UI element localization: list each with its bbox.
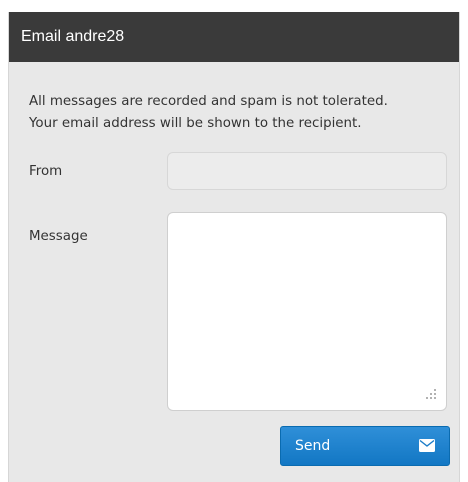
send-button[interactable]: Send — [280, 426, 450, 466]
from-field[interactable] — [167, 152, 447, 190]
resize-grip-icon[interactable] — [425, 388, 437, 400]
notice-text: All messages are recorded and spam is no… — [29, 91, 454, 135]
message-textarea[interactable] — [167, 212, 447, 411]
mail-icon — [419, 439, 435, 452]
dialog-header: Email andre28 — [9, 12, 459, 62]
from-label: From — [29, 164, 63, 179]
send-button-label: Send — [295, 438, 331, 454]
message-label: Message — [29, 229, 88, 244]
notice-line-1: All messages are recorded and spam is no… — [29, 94, 388, 109]
notice-line-2: Your email address will be shown to the … — [29, 116, 362, 131]
dialog-title: Email andre28 — [21, 28, 125, 45]
email-dialog: Email andre28 All messages are recorded … — [8, 12, 460, 482]
